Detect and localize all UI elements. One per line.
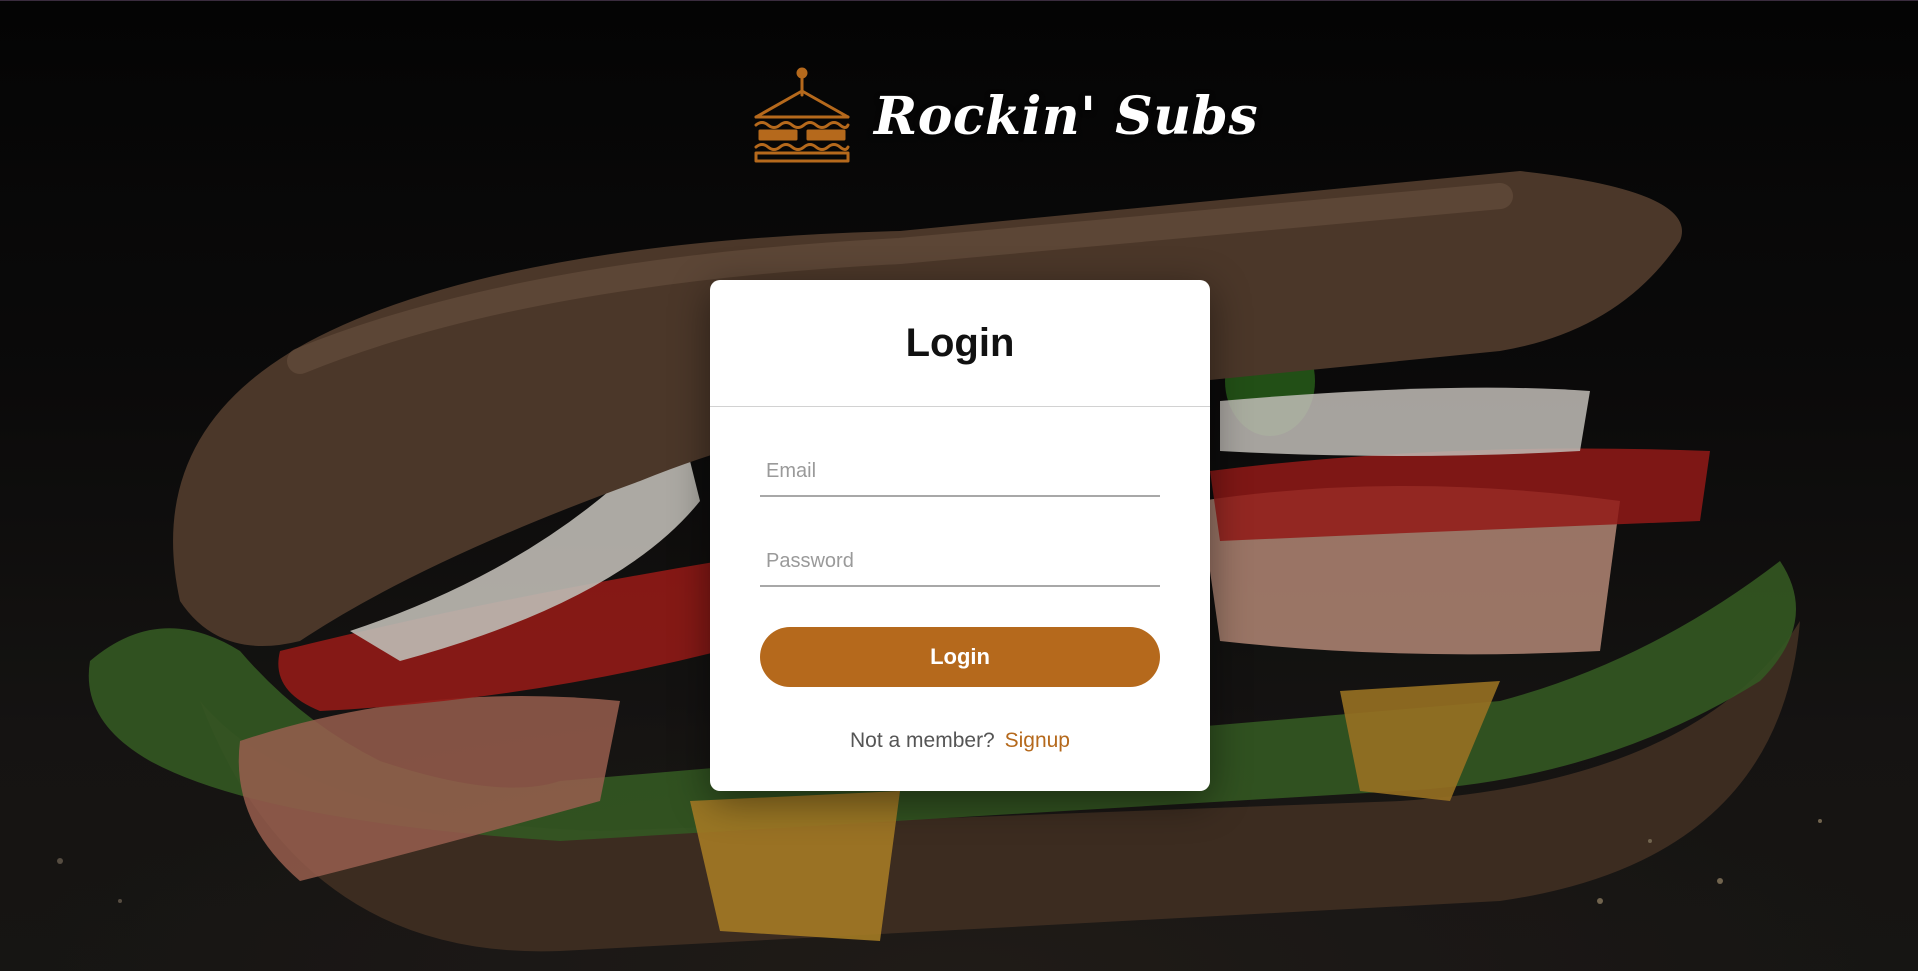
login-title: Login [905, 320, 1015, 365]
login-form: Login Not a member? Signup [710, 443, 1210, 753]
email-input[interactable] [760, 447, 1160, 495]
password-input[interactable] [760, 537, 1160, 585]
login-button[interactable]: Login [760, 627, 1160, 687]
login-card: Login Login Not a member? Signup [710, 280, 1210, 791]
login-card-header: Login [710, 280, 1210, 407]
email-field-wrapper [760, 443, 1160, 497]
sandwich-icon [754, 67, 850, 163]
brand-logo[interactable]: Rockin' Subs [752, 67, 1258, 165]
signup-row: Not a member? Signup [760, 729, 1160, 753]
signup-prompt: Not a member? [850, 729, 995, 752]
password-field-wrapper [760, 533, 1160, 587]
brand-name: Rockin' Subs [874, 85, 1259, 147]
login-page: Rockin' Subs Login Login Not a member? S… [0, 0, 1918, 971]
signup-link[interactable]: Signup [1005, 729, 1070, 752]
